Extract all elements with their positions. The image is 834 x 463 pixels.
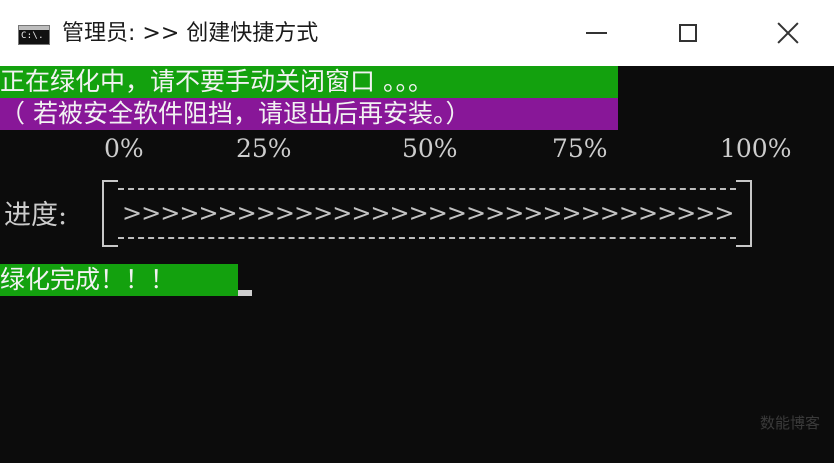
console-app-icon[interactable]: C:\.: [18, 25, 50, 45]
progress-fill: >>>>>>>>>>>>>>>>>>>>>>>>>>>>>>>>>>>>>>: [122, 199, 732, 227]
console-output[interactable]: 正在绿化中，请不要手动关闭窗口 。。。 （ 若被安全软件阻挡，请退出后再安装。）…: [0, 66, 834, 463]
warning-line: （ 若被安全软件阻挡，请退出后再安装。）: [0, 98, 618, 130]
completion-message: 绿化完成！！！: [0, 264, 238, 296]
text-cursor: [238, 290, 252, 296]
console-window: C:\. 管理员: >> 创建快捷方式 正在绿化中，请不要手动关闭窗口 。。。 …: [0, 0, 834, 463]
progress-label: 进度:: [4, 200, 68, 231]
status-line: 正在绿化中，请不要手动关闭窗口 。。。: [0, 66, 618, 98]
icon-prompt-text: C:\.: [21, 31, 44, 41]
tick-25: 25%: [236, 134, 292, 163]
tick-50: 50%: [402, 134, 458, 163]
progress-scale: 0% 25% 50% 75% 100%: [0, 134, 834, 164]
tick-75: 75%: [552, 134, 608, 163]
title-bar[interactable]: C:\. 管理员: >> 创建快捷方式: [0, 0, 834, 67]
minimize-icon: [585, 32, 607, 34]
maximize-icon: [679, 24, 697, 42]
progress-corner: [736, 245, 750, 247]
window-title: 管理员: >> 创建快捷方式: [62, 21, 319, 46]
close-icon: [777, 22, 799, 44]
close-button[interactable]: [742, 0, 834, 66]
progress-bar: >>>>>>>>>>>>>>>>>>>>>>>>>>>>>>>>>>>>>>: [102, 180, 752, 247]
progress-corner: [736, 180, 750, 182]
progress-corner: [104, 180, 118, 182]
tick-100: 100%: [720, 134, 792, 163]
icon-title-strip: [19, 26, 49, 30]
maximize-button[interactable]: [642, 0, 734, 66]
progress-corner: [104, 245, 118, 247]
tick-0: 0%: [104, 134, 144, 163]
progress-bottom-dashes: [118, 237, 736, 239]
minimize-button[interactable]: [550, 0, 642, 66]
progress-top-dashes: [118, 188, 736, 190]
watermark: 数能博客: [759, 414, 820, 432]
